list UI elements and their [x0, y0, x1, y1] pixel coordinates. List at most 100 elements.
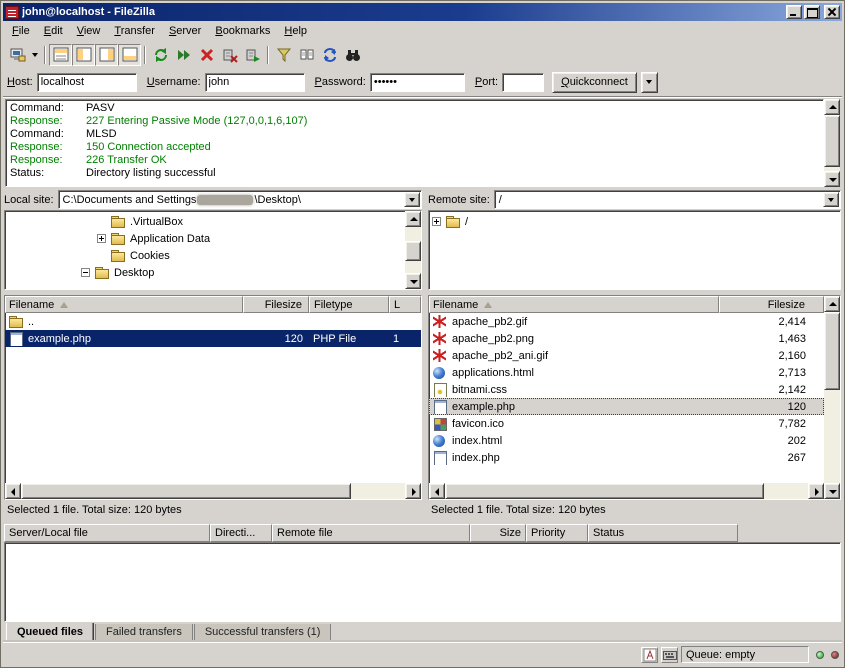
column-header-status[interactable]: Status	[588, 524, 738, 542]
cancel-operation-button[interactable]	[195, 44, 218, 66]
column-header-filename[interactable]: Filename	[5, 296, 243, 313]
menu-help[interactable]: Help	[277, 23, 314, 39]
scrollbar-track[interactable]	[405, 227, 421, 273]
file-row[interactable]: bitnami.css2,142	[429, 381, 824, 398]
file-row[interactable]: apache_pb2.png1,463	[429, 330, 824, 347]
tab-successful-transfers[interactable]: Successful transfers (1)	[194, 624, 332, 642]
tab-failed-transfers[interactable]: Failed transfers	[95, 624, 193, 642]
scroll-left-button[interactable]	[5, 483, 21, 499]
username-input[interactable]	[205, 73, 305, 92]
local-site-dropdown-button[interactable]	[404, 192, 420, 207]
toggle-remote-tree-button[interactable]	[95, 44, 118, 66]
process-queue-button[interactable]	[172, 44, 195, 66]
quickconnect-button[interactable]: Quickconnect	[552, 72, 637, 93]
scroll-up-button[interactable]	[824, 296, 840, 312]
column-header-filename[interactable]: Filename	[429, 296, 719, 313]
filter-button[interactable]	[272, 44, 295, 66]
menu-view[interactable]: View	[70, 23, 108, 39]
close-button[interactable]	[824, 5, 840, 19]
transfer-queue-list[interactable]	[4, 542, 841, 622]
disconnect-button[interactable]	[218, 44, 241, 66]
tree-item[interactable]: Application Data	[5, 230, 405, 247]
toggle-transfer-queue-button[interactable]	[118, 44, 141, 66]
find-files-button[interactable]	[341, 44, 364, 66]
site-manager-button[interactable]	[6, 44, 29, 66]
tree-item[interactable]: Desktop	[5, 264, 405, 281]
menu-edit[interactable]: Edit	[37, 23, 70, 39]
column-header-server-local-file[interactable]: Server/Local file	[4, 524, 210, 542]
local-horizontal-scrollbar[interactable]	[5, 483, 421, 499]
remote-site-dropdown-button[interactable]	[823, 192, 839, 207]
remote-vertical-scrollbar[interactable]	[824, 296, 840, 499]
scroll-right-button[interactable]	[405, 483, 421, 499]
scrollbar-thumb[interactable]	[445, 483, 764, 499]
menu-server[interactable]: Server	[162, 23, 208, 39]
scrollbar-thumb[interactable]	[824, 115, 840, 167]
tree-expander[interactable]	[97, 234, 106, 243]
file-row[interactable]: ..	[5, 313, 421, 330]
column-header-lastmodified[interactable]: L	[389, 296, 421, 313]
menu-file[interactable]: File	[5, 23, 37, 39]
column-header-direction[interactable]: Directi...	[210, 524, 272, 542]
toggle-local-tree-button[interactable]	[72, 44, 95, 66]
host-input[interactable]	[37, 73, 137, 92]
scrollbar-thumb[interactable]	[405, 241, 421, 261]
redacted-username	[197, 195, 253, 205]
file-row[interactable]: example.php 120 PHP File 1	[5, 330, 421, 347]
tree-expander[interactable]	[81, 268, 90, 277]
scrollbar-track[interactable]	[445, 483, 808, 499]
file-row[interactable]: index.php267	[429, 449, 824, 466]
column-header-filesize[interactable]: Filesize	[719, 296, 824, 313]
scrollbar-thumb[interactable]	[824, 312, 840, 390]
folder-icon	[445, 215, 461, 229]
tree-item[interactable]: Cookies	[5, 247, 405, 264]
column-header-priority[interactable]: Priority	[526, 524, 588, 542]
column-header-filesize[interactable]: Filesize	[243, 296, 309, 313]
column-header-label: Filename	[9, 299, 54, 311]
local-tree-scrollbar[interactable]	[405, 211, 421, 289]
quickconnect-dropdown-button[interactable]	[641, 72, 658, 93]
file-row[interactable]: apache_pb2_ani.gif2,160	[429, 347, 824, 364]
toggle-message-log-button[interactable]	[49, 44, 72, 66]
scroll-left-button[interactable]	[429, 483, 445, 499]
menu-bookmarks[interactable]: Bookmarks	[208, 23, 277, 39]
scroll-down-button[interactable]	[824, 171, 840, 187]
menu-transfer[interactable]: Transfer	[107, 23, 162, 39]
refresh-button[interactable]	[149, 44, 172, 66]
local-site-combo[interactable]: C:\Documents and Settings\Desktop\	[58, 190, 422, 209]
column-header-filetype[interactable]: Filetype	[309, 296, 389, 313]
file-row[interactable]: example.php120	[429, 398, 824, 415]
port-input[interactable]	[502, 73, 544, 92]
scrollbar-thumb[interactable]	[21, 483, 351, 499]
tree-item[interactable]: .VirtualBox	[5, 213, 405, 230]
minimize-button[interactable]	[786, 5, 802, 19]
scroll-up-button[interactable]	[405, 211, 421, 227]
reconnect-button[interactable]	[241, 44, 264, 66]
synchronized-browsing-button[interactable]	[318, 44, 341, 66]
remote-horizontal-scrollbar[interactable]	[429, 483, 824, 499]
php-file-icon	[8, 332, 24, 346]
file-row[interactable]: applications.html2,713	[429, 364, 824, 381]
maximize-button[interactable]	[804, 5, 820, 19]
password-input[interactable]	[370, 73, 465, 92]
log-scrollbar[interactable]	[824, 99, 840, 187]
scrollbar-track[interactable]	[824, 312, 840, 483]
tab-queued-files[interactable]: Queued files	[6, 623, 94, 642]
column-header-remote-file[interactable]: Remote file	[272, 524, 470, 542]
scrollbar-track[interactable]	[21, 483, 405, 499]
file-row[interactable]: apache_pb2.gif2,414	[429, 313, 824, 330]
scroll-right-button[interactable]	[808, 483, 824, 499]
site-manager-dropdown-button[interactable]	[29, 44, 41, 66]
scroll-down-button[interactable]	[824, 483, 840, 499]
column-header-size[interactable]: Size	[470, 524, 526, 542]
tree-expander[interactable]	[432, 217, 441, 226]
scroll-up-button[interactable]	[824, 99, 840, 115]
tree-item[interactable]: /	[429, 213, 840, 230]
scrollbar-track[interactable]	[824, 115, 840, 171]
compare-directories-button[interactable]	[295, 44, 318, 66]
port-label: Port:	[475, 76, 498, 88]
scroll-down-button[interactable]	[405, 273, 421, 289]
file-row[interactable]: favicon.ico7,782	[429, 415, 824, 432]
file-row[interactable]: index.html202	[429, 432, 824, 449]
remote-site-combo[interactable]: /	[494, 190, 841, 209]
